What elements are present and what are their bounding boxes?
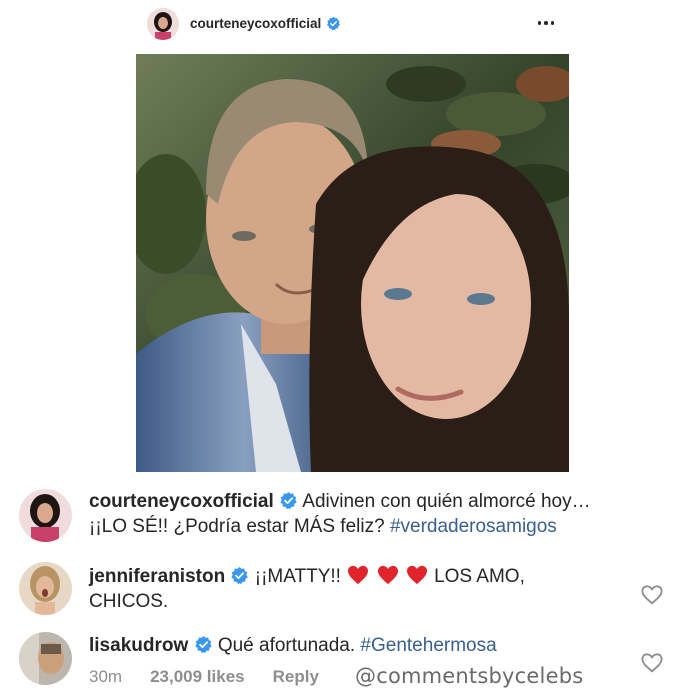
- dot: [544, 21, 548, 25]
- like-heart-icon[interactable]: [641, 584, 663, 606]
- hashtag-link[interactable]: #Gentehermosa: [360, 635, 496, 656]
- red-heart-emoji-icon: [406, 565, 427, 585]
- red-heart-emoji-icon: [377, 565, 398, 585]
- comment-text: Qué afortunada.: [217, 635, 356, 656]
- comment-username[interactable]: lisakudrow: [89, 635, 188, 656]
- avatar[interactable]: [19, 562, 72, 615]
- comment-text: ¡¡MATTY!!: [254, 566, 341, 587]
- red-heart-emoji-icon: [348, 565, 369, 585]
- comment-username[interactable]: jenniferaniston: [89, 566, 225, 587]
- post-photo[interactable]: [136, 54, 569, 472]
- post-username-text[interactable]: courteneycoxofficial: [190, 16, 321, 31]
- avatar[interactable]: [19, 489, 72, 542]
- post-header: courteneycoxofficial: [0, 0, 700, 50]
- verified-badge-icon: [280, 491, 297, 510]
- comment-text-block: jenniferaniston ¡¡MATTY!! LOS AMO, CHICO…: [89, 564, 525, 614]
- likes-count[interactable]: 23,009 likes: [150, 667, 245, 687]
- hashtag-link[interactable]: #verdaderosamigos: [390, 516, 557, 537]
- dot: [550, 21, 555, 25]
- dot: [537, 21, 542, 25]
- reply-button[interactable]: Reply: [273, 667, 319, 687]
- watermark-text: @commentsbycelebs: [355, 664, 584, 688]
- like-heart-icon[interactable]: [641, 652, 663, 674]
- comment-text: LOS AMO,: [434, 566, 525, 587]
- comment-text: ¡¡LO SÉ!! ¿Podría estar MÁS feliz?: [89, 516, 385, 537]
- comment-text: Adivinen con quién almorcé hoy…: [302, 491, 591, 512]
- verified-badge-icon: [194, 635, 212, 654]
- avatar[interactable]: [19, 632, 72, 685]
- comment-time: 30m: [89, 667, 123, 686]
- post-username[interactable]: courteneycoxofficial: [190, 16, 341, 31]
- more-options-icon[interactable]: [535, 12, 557, 34]
- comment-meta-row: 30m 23,009 likes Reply: [89, 667, 319, 687]
- comment-text: CHICOS.: [89, 591, 169, 612]
- verified-badge-icon: [327, 16, 341, 31]
- comment-text-block: lisakudrow Qué afortunada. #Gentehermosa: [89, 633, 497, 658]
- avatar[interactable]: [147, 8, 179, 40]
- caption-text: courteneycoxofficial Adivinen con quién …: [89, 489, 591, 539]
- comment-username[interactable]: courteneycoxofficial: [89, 491, 274, 512]
- verified-badge-icon: [231, 566, 249, 585]
